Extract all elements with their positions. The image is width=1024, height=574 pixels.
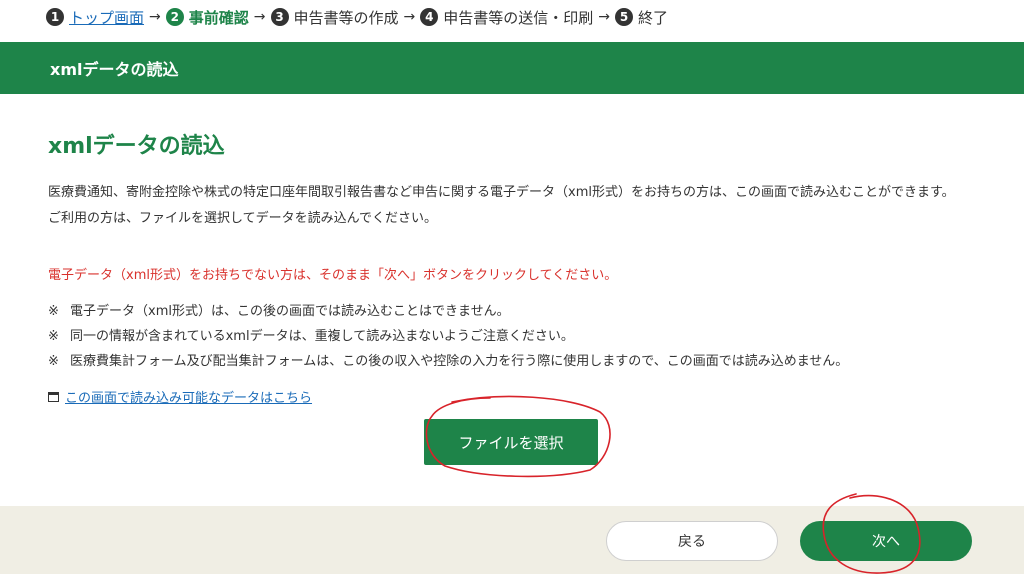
note-text: 電子データ（xml形式）は、この後の画面では読み込むことはできません。 <box>70 304 510 319</box>
progress-steps: 1 トップ画面 → 2 事前確認 → 3 申告書等の作成 → 4 申告書等の送信… <box>46 4 668 30</box>
readable-data-link-row: この画面で読み込み可能なデータはこちら <box>48 387 312 406</box>
step-4-number-icon: 4 <box>420 8 439 26</box>
step-1-number-icon: 1 <box>46 8 64 26</box>
note-mark: ※ <box>48 354 59 369</box>
step-arrow-icon: → <box>149 9 161 25</box>
step-4-label: 申告書等の送信・印刷 <box>443 8 594 27</box>
next-button[interactable]: 次へ <box>800 521 972 561</box>
step-5-label: 終了 <box>638 8 669 27</box>
readable-data-link[interactable]: この画面で読み込み可能なデータはこちら <box>65 387 312 406</box>
note-item: ※ 医療費集計フォーム及び配当集計フォームは、この後の収入や控除の入力を行う際に… <box>48 349 978 374</box>
notes-list: ※ 電子データ（xml形式）は、この後の画面では読み込むことはできません。 ※ … <box>48 299 978 374</box>
note-item: ※ 電子データ（xml形式）は、この後の画面では読み込むことはできません。 <box>48 299 978 324</box>
description-line-2: ご利用の方は、ファイルを選択してデータを読み込んでください。 <box>48 211 437 226</box>
back-button[interactable]: 戻る <box>606 521 778 561</box>
step-arrow-icon: → <box>403 9 416 25</box>
banner-title: xmlデータの読込 <box>50 60 179 79</box>
description-line-1: 医療費通知、寄附金控除や株式の特定口座年間取引報告書など申告に関する電子データ（… <box>48 185 955 200</box>
note-text: 医療費集計フォーム及び配当集計フォームは、この後の収入や控除の入力を行う際に使用… <box>70 354 849 369</box>
warning-text: 電子データ（xml形式）をお持ちでない方は、そのまま「次へ」ボタンをクリックして… <box>48 268 618 283</box>
step-5-number-icon: 5 <box>615 8 633 26</box>
step-3-number-icon: 3 <box>270 8 289 26</box>
step-3-label: 申告書等の作成 <box>293 8 399 27</box>
description: 医療費通知、寄附金控除や株式の特定口座年間取引報告書など申告に関する電子データ（… <box>48 180 978 232</box>
step-2-number-icon: 2 <box>165 8 184 26</box>
window-icon <box>48 391 59 402</box>
note-text: 同一の情報が含まれているxmlデータは、重複して読み込まないようご注意ください。 <box>70 329 574 344</box>
step-arrow-icon: → <box>598 9 610 25</box>
note-mark: ※ <box>48 329 59 344</box>
page-title: xmlデータの読込 <box>48 134 225 159</box>
step-arrow-icon: → <box>253 9 266 25</box>
note-mark: ※ <box>48 304 59 319</box>
step-2-current-label: 事前確認 <box>188 8 249 27</box>
file-select-button[interactable]: ファイルを選択 <box>424 419 598 465</box>
section-banner: xmlデータの読込 <box>0 42 1024 94</box>
note-item: ※ 同一の情報が含まれているxmlデータは、重複して読み込まないようご注意くださ… <box>48 324 978 349</box>
step-1-top-link[interactable]: トップ画面 <box>69 7 144 28</box>
